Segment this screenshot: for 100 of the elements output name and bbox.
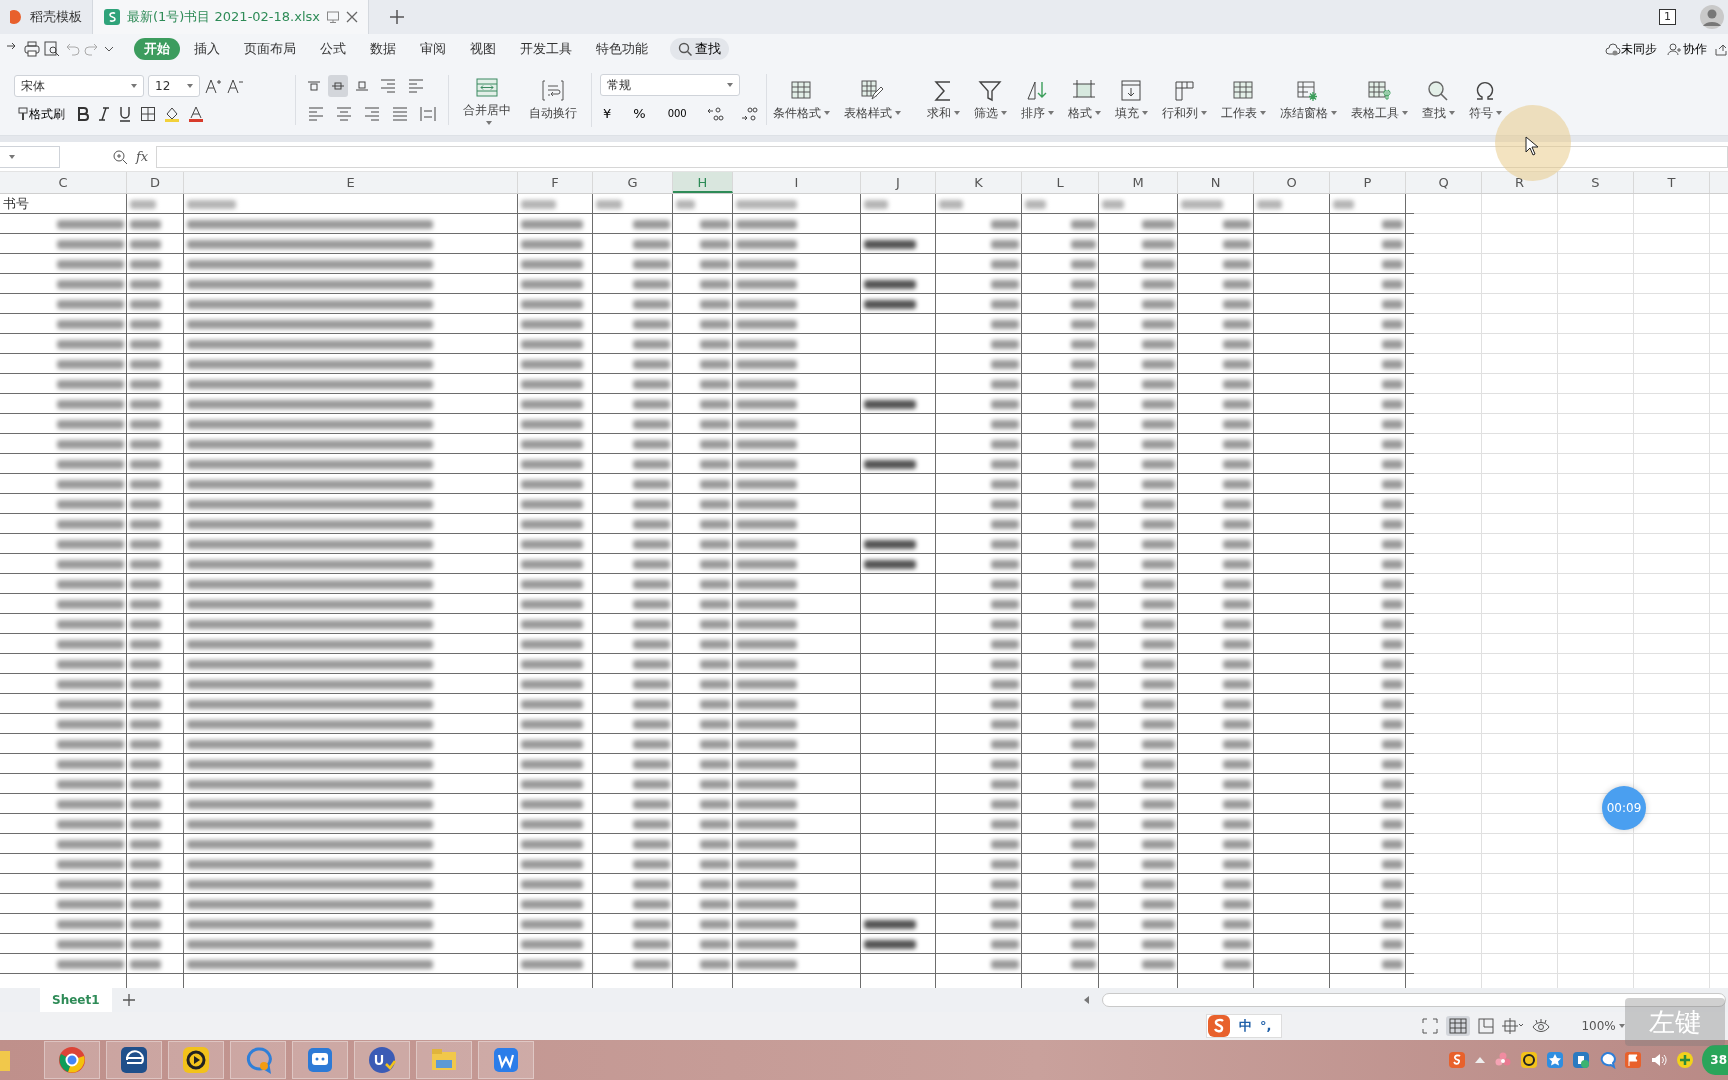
column-header[interactable]: K — [936, 172, 1022, 193]
plus-icon[interactable] — [389, 9, 405, 25]
scrollbar-track[interactable] — [1101, 993, 1726, 1007]
zoom-level-button[interactable]: 100% — [1578, 1015, 1628, 1037]
font-select[interactable]: 宋体 — [14, 74, 144, 97]
menu-tab[interactable]: 审阅 — [410, 37, 456, 61]
column-header[interactable]: J — [861, 172, 936, 193]
ribbon-button[interactable]: 条件格式 — [766, 75, 836, 124]
font-color-icon[interactable] — [188, 105, 204, 122]
ribbon-button[interactable]: 表格工具 — [1344, 75, 1414, 124]
ime-mode[interactable]: 中 — [1239, 1016, 1252, 1036]
percent-button[interactable]: % — [630, 101, 649, 126]
column-header[interactable]: Q — [1406, 172, 1482, 193]
office-app-icon — [492, 1046, 520, 1074]
column-header[interactable]: C — [0, 172, 127, 193]
column-header[interactable]: E — [184, 172, 518, 193]
ribbon-button[interactable]: 行和列 — [1155, 75, 1213, 124]
ime-logo-icon[interactable] — [1448, 1051, 1466, 1069]
plus-circle-icon[interactable] — [1676, 1051, 1694, 1069]
sync-button[interactable]: 未同步 — [1602, 38, 1660, 60]
font-size-select[interactable]: 12 — [148, 74, 200, 97]
zoom-icon[interactable] — [112, 148, 128, 165]
column-header[interactable]: N — [1178, 172, 1254, 193]
print-icon[interactable] — [24, 41, 40, 57]
italic-icon[interactable] — [98, 105, 110, 122]
underline-icon[interactable] — [118, 105, 132, 122]
collaborate-button[interactable]: 协作 — [1664, 38, 1710, 60]
taskbar-button[interactable] — [106, 1041, 162, 1079]
ribbon-button[interactable]: 排序 — [1014, 75, 1060, 124]
menu-tab[interactable]: 开发工具 — [510, 37, 582, 61]
column-header[interactable]: P — [1330, 172, 1406, 193]
player-app-icon — [182, 1046, 210, 1074]
taskbar-button[interactable] — [168, 1041, 224, 1079]
column-header[interactable]: R — [1482, 172, 1558, 193]
ribbon-button[interactable]: 表格样式 — [837, 75, 907, 124]
caret-up-icon[interactable] — [1474, 1055, 1486, 1065]
player-app-icon[interactable] — [1520, 1051, 1538, 1069]
split-view-icon[interactable] — [1502, 1018, 1525, 1034]
menu-tab[interactable]: 页面布局 — [234, 37, 306, 61]
ribbon-button[interactable]: 工作表 — [1214, 75, 1272, 124]
ribbon-button[interactable]: 合并居中 — [457, 72, 517, 127]
sheet-tab[interactable]: Sheet1 — [40, 988, 112, 1012]
thousands-button[interactable]: 000 — [664, 104, 690, 123]
robot-icon — [306, 1046, 334, 1074]
ribbon-button[interactable]: 符号 — [1462, 75, 1508, 124]
ribbon-button[interactable]: 格式 — [1061, 75, 1107, 124]
ribbon-button[interactable]: 自动换行 — [523, 75, 583, 124]
speaker-icon[interactable] — [1650, 1051, 1668, 1069]
indent-icon — [379, 76, 397, 95]
menu-tab[interactable]: 插入 — [184, 37, 230, 61]
column-header[interactable]: L — [1022, 172, 1099, 193]
function-label[interactable]: fx — [136, 146, 149, 167]
share-icon[interactable] — [1714, 42, 1728, 56]
document-tab[interactable]: 稻壳模板 — [0, 0, 92, 34]
ribbon-button[interactable]: 冻结窗格 — [1273, 75, 1343, 124]
ribbon-button[interactable]: 筛选 — [967, 75, 1013, 124]
increase-decimal-icon[interactable] — [705, 105, 724, 122]
avatar-icon — [1700, 5, 1724, 29]
menu-tab[interactable]: 视图 — [460, 37, 506, 61]
formula-input[interactable] — [156, 145, 1728, 168]
ribbon-button[interactable]: 填充 — [1108, 75, 1154, 124]
print-preview-icon[interactable] — [44, 41, 60, 57]
currency-button[interactable]: ¥ — [600, 101, 615, 126]
normal-view-button[interactable] — [1446, 1016, 1471, 1036]
column-header[interactable]: F — [518, 172, 593, 193]
bold-icon[interactable] — [76, 105, 90, 122]
shield-icon[interactable] — [1572, 1051, 1590, 1069]
search-button[interactable]: 查找 — [670, 37, 729, 61]
format-painter-button[interactable]: 格式刷 — [14, 102, 68, 125]
plus-icon[interactable] — [121, 993, 136, 1007]
taskbar-button[interactable] — [292, 1041, 348, 1079]
column-header[interactable]: T — [1634, 172, 1710, 193]
border-icon[interactable] — [140, 105, 156, 122]
star-icon[interactable] — [1546, 1051, 1564, 1069]
column-header[interactable]: M — [1099, 172, 1178, 193]
column-header[interactable]: O — [1254, 172, 1330, 193]
eye-icon[interactable] — [1532, 1018, 1551, 1034]
ime-punctuation[interactable]: °, — [1260, 1016, 1272, 1036]
align-icon — [307, 104, 325, 123]
close-icon[interactable] — [346, 11, 358, 23]
chat-bubble-icon[interactable] — [1598, 1051, 1616, 1069]
page-view-icon[interactable] — [1478, 1018, 1495, 1034]
align-button[interactable] — [328, 74, 348, 97]
align-icon — [419, 104, 437, 123]
column-header[interactable]: I — [733, 172, 861, 193]
dropdown-icon[interactable] — [104, 45, 114, 53]
decrease-decimal-icon[interactable] — [739, 105, 758, 122]
ribbon-button[interactable]: 求和 — [920, 75, 966, 124]
column-header[interactable]: D — [127, 172, 184, 193]
menu-tab[interactable]: 特色功能 — [586, 37, 658, 61]
number-format-select[interactable]: 常规 — [600, 73, 740, 96]
fullscreen-icon[interactable] — [1422, 1018, 1439, 1034]
menu-tab[interactable]: 公式 — [310, 37, 356, 61]
document-tab[interactable]: 最新(1号)书目 2021-02-18.xlsx — [92, 0, 369, 34]
column-header[interactable]: S — [1558, 172, 1634, 193]
window-count-badge: 1 — [1659, 9, 1676, 25]
menu-tab[interactable]: 数据 — [360, 37, 406, 61]
ribbon-button[interactable]: 查找 — [1415, 75, 1461, 124]
fill-color-icon[interactable] — [164, 105, 180, 122]
flag-icon[interactable] — [1624, 1051, 1642, 1069]
